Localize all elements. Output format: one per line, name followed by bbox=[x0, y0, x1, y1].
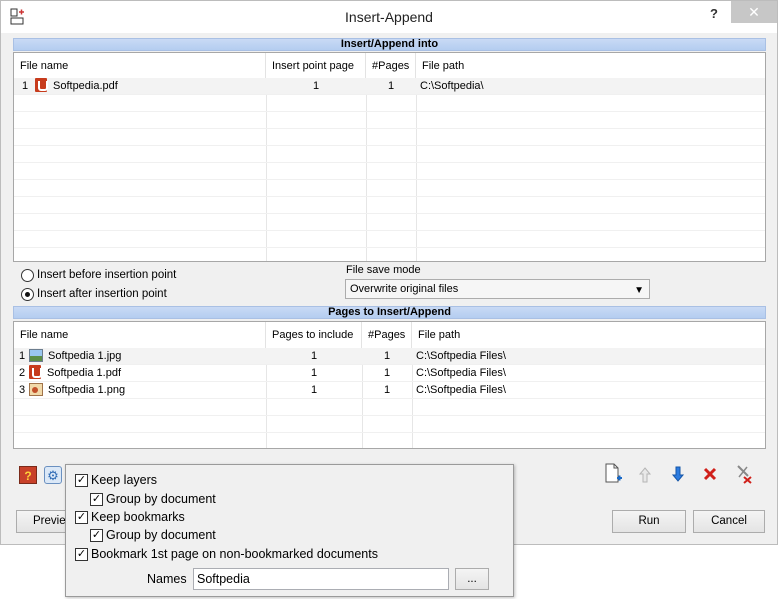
file-save-mode-select[interactable]: Overwrite original files ▼ bbox=[345, 279, 650, 299]
row-index: 1 bbox=[22, 80, 29, 92]
add-file-icon[interactable] bbox=[603, 463, 623, 485]
file-path-cell: C:\Softpedia Files\ bbox=[416, 367, 506, 379]
column-header-pages-to-include[interactable]: Pages to include bbox=[266, 322, 362, 348]
settings-icon[interactable]: ⚙ bbox=[44, 466, 62, 484]
column-header-pages[interactable]: #Pages bbox=[362, 322, 412, 348]
column-header-insert-point-page[interactable]: Insert point page bbox=[266, 53, 366, 79]
insert-after-label[interactable]: Insert after insertion point bbox=[37, 288, 167, 300]
file-name: Softpedia 1.png bbox=[48, 384, 126, 396]
column-header-file-path[interactable]: File path bbox=[412, 322, 765, 348]
move-up-icon[interactable] bbox=[637, 466, 653, 484]
insert-page-cell[interactable]: 1 bbox=[266, 78, 366, 95]
column-header-file-name[interactable]: File name bbox=[14, 53, 266, 79]
insert-append-into-header: Insert/Append into bbox=[13, 38, 766, 51]
table-row[interactable]: 2 Softpedia 1.pdf 1 1 C:\Softpedia Files… bbox=[14, 365, 765, 382]
file-name-cell: Softpedia.pdf bbox=[35, 78, 118, 95]
delete-icon[interactable] bbox=[703, 467, 717, 481]
clear-all-icon[interactable] bbox=[734, 463, 754, 485]
column-header-pages[interactable]: #Pages bbox=[366, 53, 416, 79]
bookmark-first-page-checkbox[interactable]: ✓ bbox=[75, 548, 88, 561]
file-name-cell: Softpedia 1.pdf bbox=[29, 365, 121, 382]
pages-to-include-cell[interactable]: 1 bbox=[266, 365, 362, 382]
keep-layers-label[interactable]: Keep layers bbox=[91, 473, 157, 487]
file-name: Softpedia.pdf bbox=[53, 80, 118, 92]
pdf-icon bbox=[35, 78, 48, 92]
bookmark-first-page-label[interactable]: Bookmark 1st page on non-bookmarked docu… bbox=[91, 547, 378, 561]
keep-bookmarks-label[interactable]: Keep bookmarks bbox=[91, 510, 185, 524]
file-path-cell: C:\Softpedia\ bbox=[420, 80, 484, 92]
column-header-file-name[interactable]: File name bbox=[14, 322, 266, 348]
pages-cell: 1 bbox=[383, 384, 391, 396]
pages-cell: 1 bbox=[387, 80, 395, 92]
run-button[interactable]: Run bbox=[612, 510, 686, 533]
insert-before-label[interactable]: Insert before insertion point bbox=[37, 269, 176, 281]
file-path-cell: C:\Softpedia Files\ bbox=[416, 384, 506, 396]
group-by-document-bookmarks-checkbox[interactable]: ✓ bbox=[90, 529, 103, 542]
names-input[interactable]: Softpedia bbox=[193, 568, 449, 590]
table-row[interactable]: 1 Softpedia 1.jpg 1 1 C:\Softpedia Files… bbox=[14, 348, 765, 365]
insert-before-radio[interactable] bbox=[21, 269, 34, 282]
file-name: Softpedia 1.pdf bbox=[47, 367, 122, 379]
pages-to-insert-header: Pages to Insert/Append bbox=[13, 306, 766, 319]
row-index: 2 bbox=[19, 367, 26, 379]
file-name-cell: Softpedia 1.png bbox=[29, 382, 125, 399]
pages-cell: 1 bbox=[383, 367, 391, 379]
chevron-down-icon: ▼ bbox=[634, 285, 644, 296]
table-row[interactable]: 1 Softpedia.pdf 1 1 C:\Softpedia\ bbox=[14, 78, 765, 95]
names-label: Names bbox=[147, 572, 187, 586]
file-name: Softpedia 1.jpg bbox=[48, 350, 122, 362]
pages-to-include-cell[interactable]: 1 bbox=[266, 348, 362, 365]
grid-header: File name Insert point page #Pages File … bbox=[14, 53, 765, 79]
help-button[interactable]: ? bbox=[701, 3, 727, 25]
options-popup: ✓ Keep layers ✓ Group by document ✓ Keep… bbox=[65, 464, 514, 597]
table-row[interactable]: 3 Softpedia 1.png 1 1 C:\Softpedia Files… bbox=[14, 382, 765, 399]
insert-after-radio[interactable] bbox=[21, 288, 34, 301]
column-header-file-path[interactable]: File path bbox=[416, 53, 765, 79]
file-name-cell: Softpedia 1.jpg bbox=[29, 348, 121, 365]
group-by-document-layers-checkbox[interactable]: ✓ bbox=[90, 493, 103, 506]
keep-layers-checkbox[interactable]: ✓ bbox=[75, 474, 88, 487]
pdf-icon bbox=[29, 365, 42, 379]
target-files-grid[interactable]: File name Insert point page #Pages File … bbox=[13, 52, 766, 262]
cancel-button[interactable]: Cancel bbox=[693, 510, 765, 533]
pages-to-include-cell[interactable]: 1 bbox=[266, 382, 362, 399]
title-bar: Insert-Append ? ✕ bbox=[1, 1, 777, 33]
row-index: 3 bbox=[19, 384, 26, 396]
file-save-mode-value: Overwrite original files bbox=[350, 283, 459, 295]
pages-cell: 1 bbox=[383, 350, 391, 362]
close-button[interactable]: ✕ bbox=[731, 1, 777, 23]
window-title: Insert-Append bbox=[345, 9, 433, 25]
row-index: 1 bbox=[19, 350, 26, 362]
file-path-cell: C:\Softpedia Files\ bbox=[416, 350, 506, 362]
image-png-icon bbox=[29, 383, 43, 396]
file-save-mode-label: File save mode bbox=[346, 264, 421, 276]
move-down-icon[interactable] bbox=[670, 465, 686, 483]
browse-button[interactable]: ... bbox=[455, 568, 489, 590]
grid-header: File name Pages to include #Pages File p… bbox=[14, 322, 765, 348]
help-icon[interactable]: ? bbox=[19, 466, 37, 484]
keep-bookmarks-checkbox[interactable]: ✓ bbox=[75, 511, 88, 524]
source-files-grid[interactable]: File name Pages to include #Pages File p… bbox=[13, 321, 766, 449]
group-by-document-bookmarks-label[interactable]: Group by document bbox=[106, 528, 216, 542]
group-by-document-layers-label[interactable]: Group by document bbox=[106, 492, 216, 506]
image-jpg-icon bbox=[29, 349, 43, 362]
